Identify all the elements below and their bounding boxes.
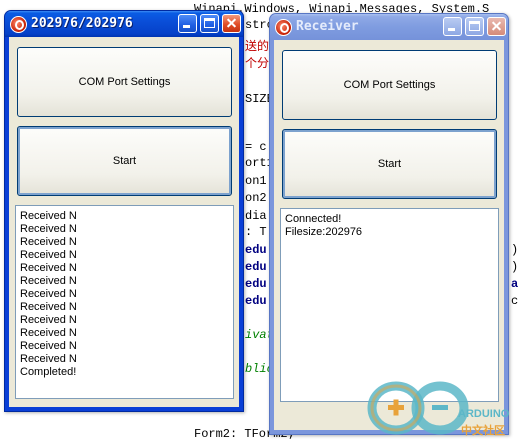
code-line: c xyxy=(511,294,519,308)
log-line: Received N xyxy=(20,210,77,222)
minimize-button[interactable] xyxy=(443,17,462,36)
logo-text-cn: 中文社区 xyxy=(461,425,505,437)
log-line: Received N xyxy=(20,327,77,339)
maximize-button[interactable] xyxy=(465,17,484,36)
log-line: Received N xyxy=(20,314,77,326)
app-icon[interactable] xyxy=(275,19,292,36)
log-line: Received N xyxy=(20,340,77,352)
code-line: = c xyxy=(245,140,267,154)
log-line: Filesize:202976 xyxy=(285,226,363,238)
receiver-titlebar[interactable]: Receiver xyxy=(270,14,508,40)
sender-client-area: COM Port Settings Start Received N Recei… xyxy=(9,37,239,407)
log-line: Received N xyxy=(20,223,77,235)
app-icon[interactable] xyxy=(10,16,27,33)
receiver-window: Receiver COM Port Settings Start Connect… xyxy=(269,13,509,435)
log-line: Received N xyxy=(20,249,77,261)
maximize-icon xyxy=(469,21,480,31)
log-line: Received N xyxy=(20,262,77,274)
sender-titlebar[interactable]: 202976/202976 xyxy=(5,11,243,37)
code-line: ) xyxy=(511,260,519,274)
log-line: Received N xyxy=(20,353,77,365)
sender-window: 202976/202976 COM Port Settings Start Re… xyxy=(4,10,244,412)
code-line: 个分 xyxy=(245,57,270,71)
code-line: : T xyxy=(245,225,267,239)
close-icon xyxy=(488,18,505,35)
code-line: ) xyxy=(511,243,519,257)
window-title: 202976/202976 xyxy=(31,16,133,31)
log-line: Received N xyxy=(20,288,77,300)
close-button[interactable] xyxy=(487,17,506,36)
code-line: edu xyxy=(245,260,267,274)
log-line: Completed! xyxy=(20,366,77,378)
window-title: Receiver xyxy=(296,19,359,34)
log-memo[interactable]: Connected! Filesize:202976 xyxy=(280,208,499,402)
logo-text-en: ARDUINO xyxy=(458,408,510,420)
minimize-icon xyxy=(183,25,190,28)
log-line: Received N xyxy=(20,275,77,287)
com-port-settings-button[interactable]: COM Port Settings xyxy=(17,47,232,117)
log-line: Received N xyxy=(20,301,77,313)
code-line: 送的 xyxy=(245,40,270,54)
start-button[interactable]: Start xyxy=(282,129,497,199)
receiver-client-area: COM Port Settings Start Connected! Files… xyxy=(274,40,504,430)
start-button[interactable]: Start xyxy=(17,126,232,196)
code-line: edu xyxy=(245,277,267,291)
log-line: Received N xyxy=(20,236,77,248)
maximize-button[interactable] xyxy=(200,14,219,33)
maximize-icon xyxy=(204,18,215,28)
code-line: edu xyxy=(245,243,267,257)
log-line: Connected! xyxy=(285,213,342,225)
close-icon xyxy=(223,15,240,32)
com-port-settings-button[interactable]: COM Port Settings xyxy=(282,50,497,120)
code-line: edu xyxy=(245,294,267,308)
log-memo[interactable]: Received N Received N Received N Receive… xyxy=(15,205,234,399)
minimize-button[interactable] xyxy=(178,14,197,33)
code-line: on2 xyxy=(245,191,267,205)
code-line: a xyxy=(511,277,519,291)
minimize-icon xyxy=(448,28,455,31)
code-line: on1 xyxy=(245,174,267,188)
close-button[interactable] xyxy=(222,14,241,33)
